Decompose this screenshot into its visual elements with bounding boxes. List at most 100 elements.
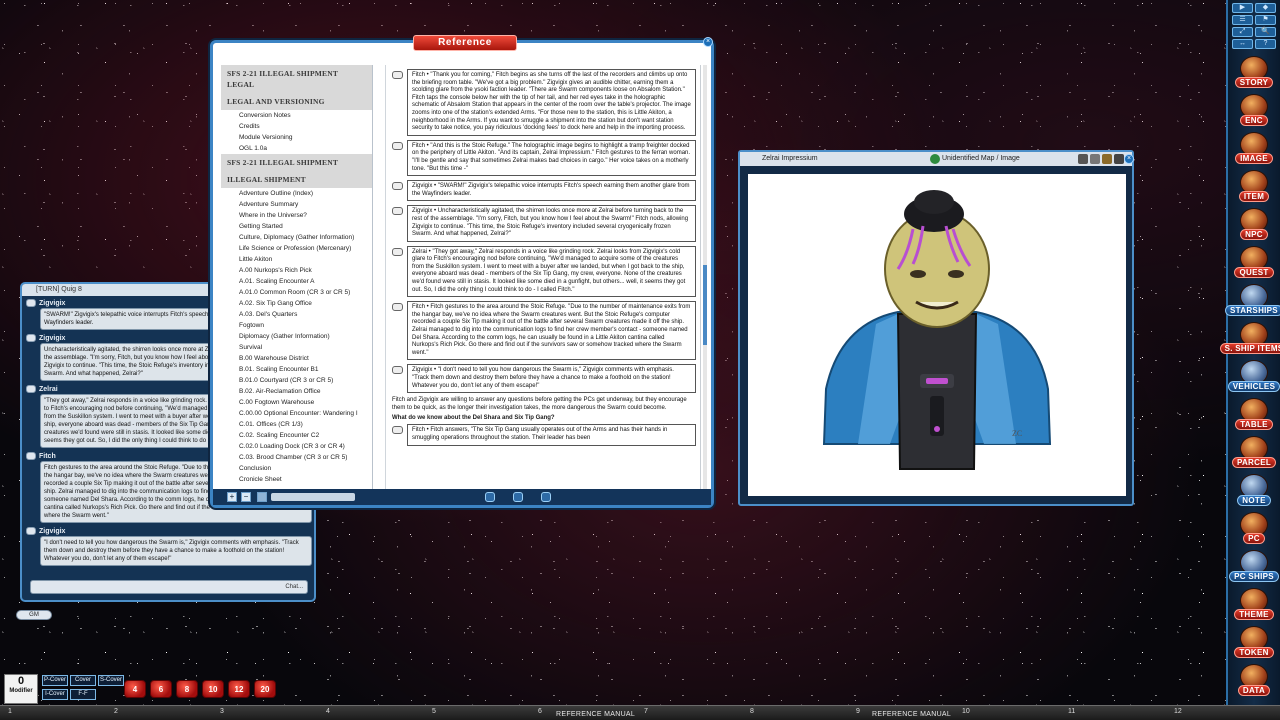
toc-link[interactable]: C.00 Fogtown Warehouse <box>221 397 372 408</box>
reference-manual-hotkey[interactable]: REFERENCE MANUAL <box>872 711 951 718</box>
sidebar-tool-button[interactable]: ◆ <box>1255 3 1276 13</box>
hotkey-slot-number[interactable]: 6 <box>538 708 542 715</box>
toc-link[interactable]: A.02. Six Tip Gang Office <box>221 298 372 309</box>
toc-link[interactable]: Adventure Outline (Index) <box>221 188 372 199</box>
die-d10[interactable]: 10 <box>202 680 224 698</box>
die-d8[interactable]: 8 <box>176 680 198 698</box>
sidebar-item-note[interactable]: NOTE <box>1230 474 1278 511</box>
help-icon[interactable] <box>1114 154 1124 164</box>
sidebar-tool-button[interactable]: ↔ <box>1232 39 1253 49</box>
hotkey-slot-number[interactable]: 7 <box>644 708 648 715</box>
speech-bubble-icon[interactable] <box>392 141 403 150</box>
sidebar-tool-button[interactable]: ▶ <box>1232 3 1253 13</box>
sidebar-item-table[interactable]: TABLE <box>1230 398 1278 435</box>
edit-icon[interactable] <box>1102 154 1112 164</box>
toc-link[interactable]: Culture, Diplomacy (Gather Information) <box>221 232 372 243</box>
hotkey-slot-number[interactable]: 10 <box>962 708 970 715</box>
sidebar-item-story[interactable]: STORY <box>1230 56 1278 93</box>
flat-footed-button[interactable]: F-F <box>70 689 96 700</box>
toc-link[interactable]: Where in the Universe? <box>221 210 372 221</box>
speech-bubble-icon[interactable] <box>392 366 403 375</box>
speech-bubble-icon[interactable] <box>392 182 403 191</box>
chat-input[interactable]: Chat... <box>30 580 308 594</box>
toc-link[interactable]: Adventure Summary <box>221 199 372 210</box>
toc-section-heading[interactable]: LEGAL AND VERSIONING <box>221 93 372 110</box>
toc-link[interactable]: Getting Started <box>221 221 372 232</box>
reference-close-icon[interactable]: × <box>703 37 713 47</box>
toc-link[interactable]: Conversion Notes <box>221 110 372 121</box>
hotkey-slot-number[interactable]: 2 <box>114 708 118 715</box>
reference-search-field[interactable] <box>271 493 355 501</box>
toc-link[interactable]: B.00 Warehouse District <box>221 353 372 364</box>
hotkey-slot-number[interactable]: 11 <box>1068 708 1075 715</box>
sidebar-tool-button[interactable]: ☰ <box>1232 15 1253 25</box>
sidebar-item-image[interactable]: IMAGE <box>1230 132 1278 169</box>
hotkey-slot-number[interactable]: 1 <box>8 708 12 715</box>
reference-scrollbar[interactable] <box>703 65 707 489</box>
sidebar-item-theme[interactable]: THEME <box>1230 588 1278 625</box>
speech-bubble-icon[interactable] <box>392 207 403 216</box>
toc-link[interactable]: B.02. Air-Reclamation Office <box>221 386 372 397</box>
cover-button[interactable]: Cover <box>70 675 96 686</box>
sidebar-item-npc[interactable]: NPC <box>1230 208 1278 245</box>
sidebar-item-enc[interactable]: ENC <box>1230 94 1278 131</box>
sidebar-item-parcel[interactable]: PARCEL <box>1230 436 1278 473</box>
die-d4[interactable]: 4 <box>124 680 146 698</box>
toc-link[interactable]: Little Akiton <box>221 254 372 265</box>
toc-link[interactable]: Credits <box>221 121 372 132</box>
toc-link[interactable]: A.01. Scaling Encounter A <box>221 276 372 287</box>
speech-bubble-icon[interactable] <box>392 247 403 256</box>
hotkey-slot-number[interactable]: 9 <box>856 708 860 715</box>
toc-link[interactable]: Survival <box>221 342 372 353</box>
hotkey-slot-number[interactable]: 4 <box>326 708 330 715</box>
gm-identity-tag[interactable]: GM <box>16 610 52 620</box>
die-d6[interactable]: 6 <box>150 680 172 698</box>
hotkey-slot-number[interactable]: 8 <box>750 708 754 715</box>
toc-link[interactable]: OGL 1.0a <box>221 143 372 154</box>
toc-link[interactable]: C.02. Scaling Encounter C2 <box>221 430 372 441</box>
toc-link[interactable]: B.01. Scaling Encounter B1 <box>221 364 372 375</box>
reference-manual-hotkey[interactable]: REFERENCE MANUAL <box>556 711 635 718</box>
sidebar-item-starships[interactable]: STARSHIPS <box>1225 284 1280 321</box>
speech-bubble-icon[interactable] <box>392 303 403 312</box>
collapse-all-button[interactable]: − <box>241 492 251 502</box>
p-cover-button[interactable]: P-Cover <box>42 675 68 686</box>
toc-link[interactable]: C.01. Offices (CR 1/3) <box>221 419 372 430</box>
die-d20[interactable]: 20 <box>254 680 276 698</box>
image-window-close-icon[interactable]: × <box>1124 154 1134 164</box>
hotkey-slot-number[interactable]: 5 <box>432 708 436 715</box>
search-icon[interactable] <box>257 492 267 502</box>
page-prev-icon[interactable] <box>485 492 495 502</box>
sidebar-item-quest[interactable]: QUEST <box>1230 246 1278 283</box>
sidebar-tool-button[interactable]: ⚑ <box>1255 15 1276 25</box>
emote-icon[interactable] <box>1078 154 1088 164</box>
toc-link[interactable]: C.00.00 Optional Encounter: Wandering I <box>221 408 372 419</box>
identified-toggle-icon[interactable] <box>930 154 940 164</box>
sidebar-item-pc-ships[interactable]: PC SHIPS <box>1229 550 1279 587</box>
expand-all-button[interactable]: + <box>227 492 237 502</box>
sidebar-item-pc[interactable]: PC <box>1230 512 1278 549</box>
hotkey-slot-number[interactable]: 12 <box>1174 708 1182 715</box>
toc-link[interactable]: C.02.0 Loading Dock (CR 3 or CR 4) <box>221 441 372 452</box>
sidebar-item-token[interactable]: TOKEN <box>1230 626 1278 663</box>
sidebar-item-vehicles[interactable]: VEHICLES <box>1227 360 1280 397</box>
modifier-box[interactable]: 0 Modifier <box>4 674 38 704</box>
hotkey-slot-number[interactable]: 3 <box>220 708 224 715</box>
sidebar-item-item[interactable]: ITEM <box>1230 170 1278 207</box>
die-d12[interactable]: 12 <box>228 680 250 698</box>
toc-link[interactable]: A.00 Nurkops's Rich Pick <box>221 265 372 276</box>
share-icon[interactable] <box>1090 154 1100 164</box>
toc-link[interactable]: B.01.0 Courtyard (CR 3 or CR 5) <box>221 375 372 386</box>
page-home-icon[interactable] <box>513 492 523 502</box>
toc-section-heading[interactable]: SFS 2-21 ILLEGAL SHIPMENT LEGAL <box>221 65 372 93</box>
speech-bubble-icon[interactable] <box>392 71 403 79</box>
toc-link[interactable]: Conclusion <box>221 463 372 474</box>
i-cover-button[interactable]: I-Cover <box>42 689 68 700</box>
s-cover-button[interactable]: S-Cover <box>98 675 124 686</box>
page-next-icon[interactable] <box>541 492 551 502</box>
toc-section-heading[interactable]: SFS 2-21 ILLEGAL SHIPMENT <box>221 154 372 171</box>
reference-scrollbar-thumb[interactable] <box>703 265 707 345</box>
sidebar-item-s-ship-items[interactable]: S. SHIP ITEMS <box>1219 322 1280 359</box>
toc-link[interactable]: C.03. Brood Chamber (CR 3 or CR 5) <box>221 452 372 463</box>
toc-link[interactable]: A.01.0 Common Room (CR 3 or CR 5) <box>221 287 372 298</box>
